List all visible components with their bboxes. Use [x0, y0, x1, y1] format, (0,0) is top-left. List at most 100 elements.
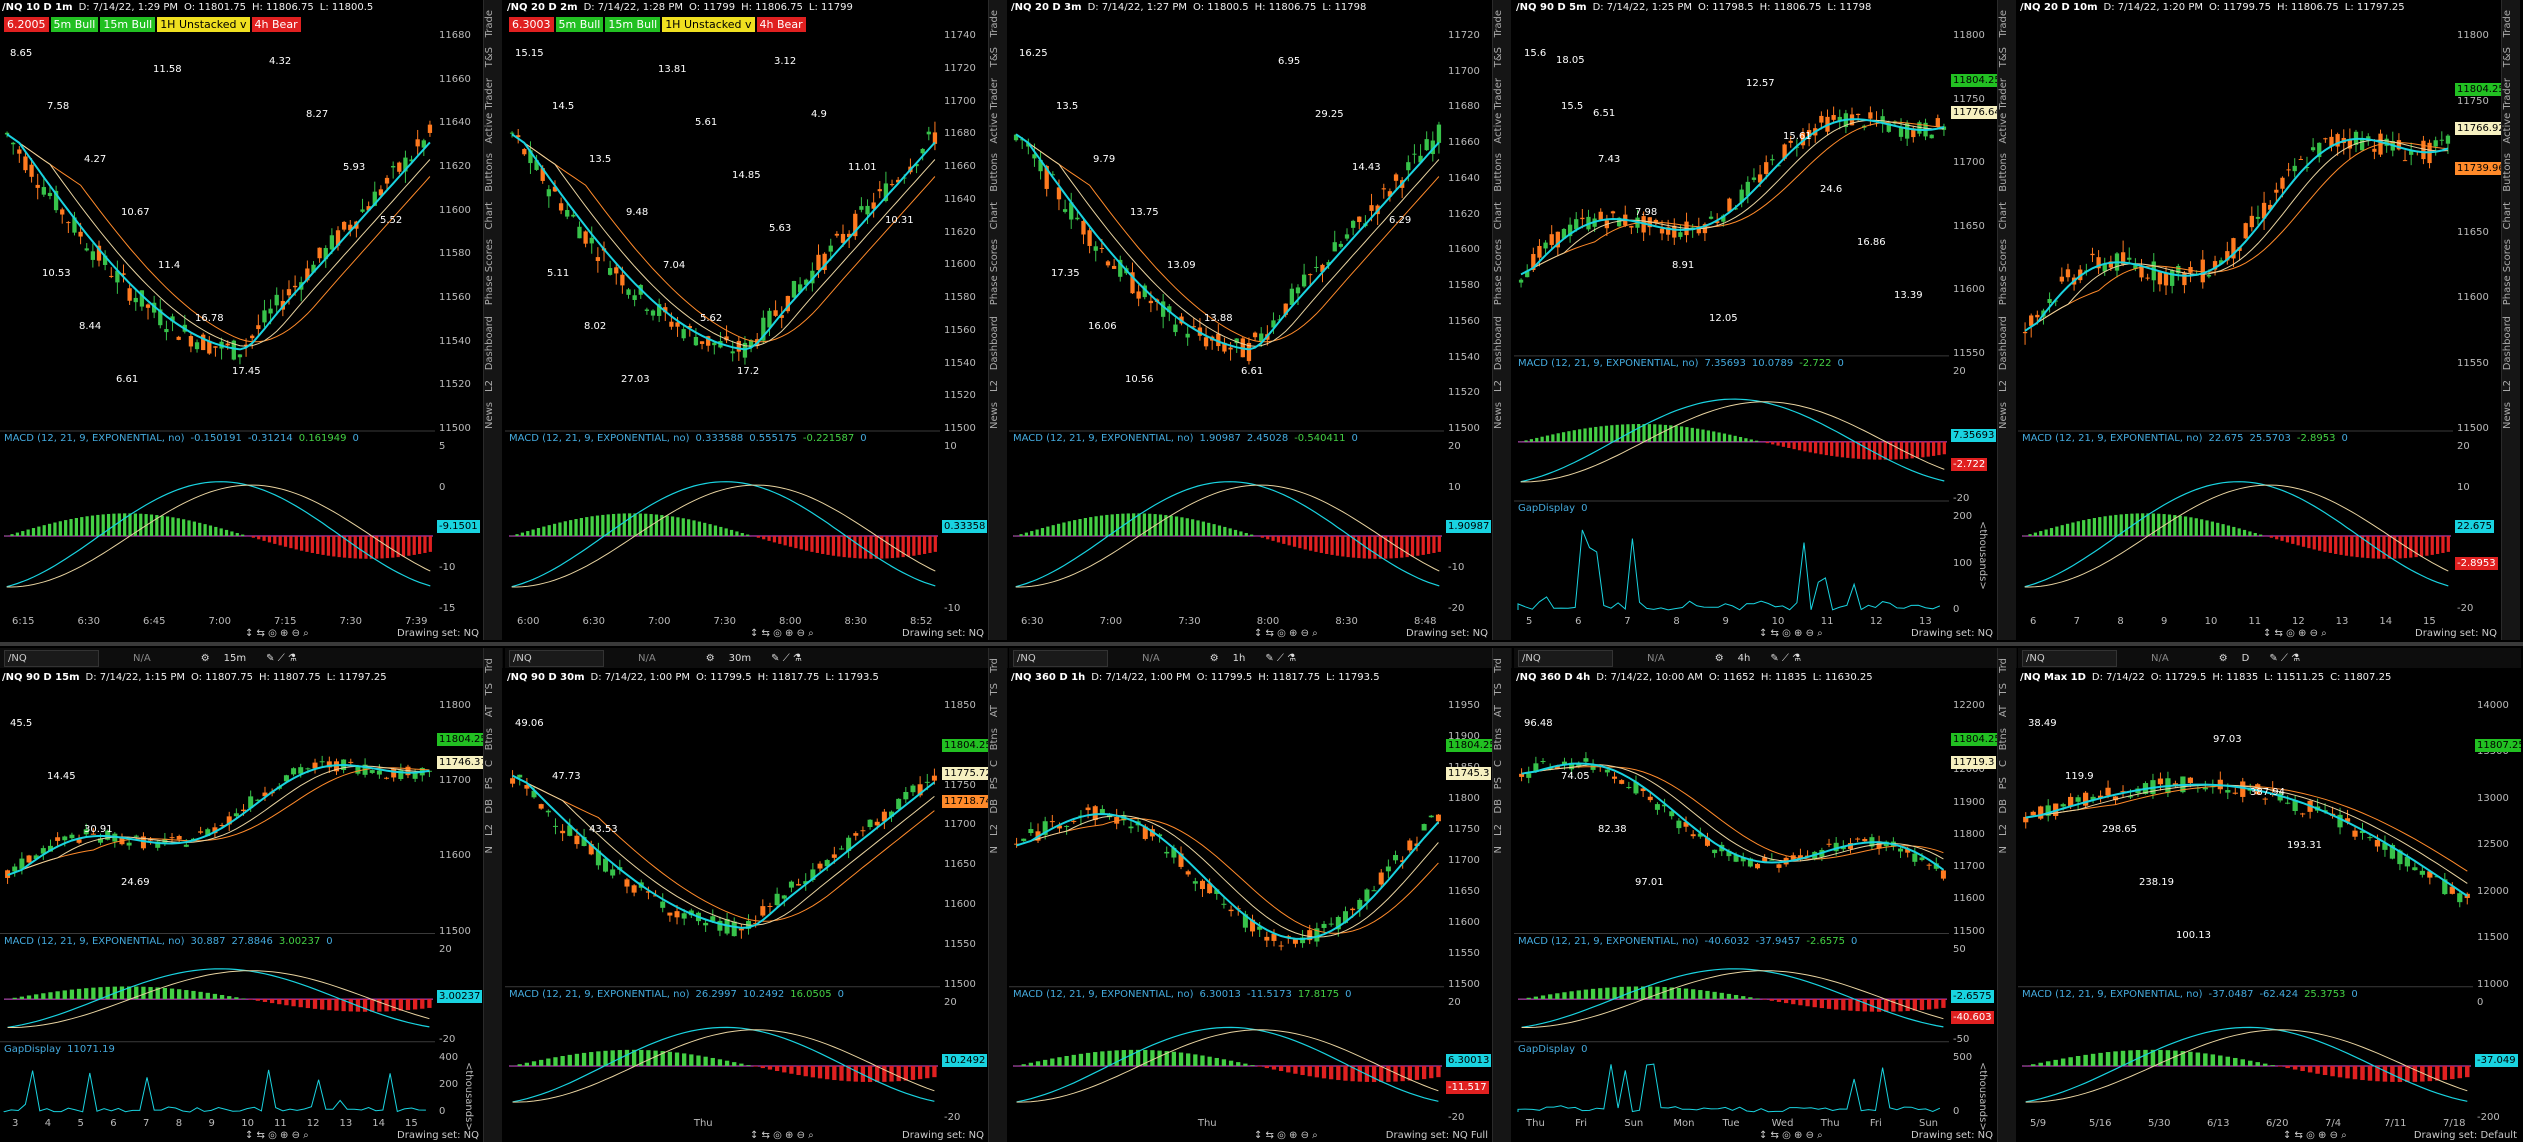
- side-tab[interactable]: N: [484, 846, 495, 853]
- chart-canvas[interactable]: [1009, 0, 1512, 640]
- side-tab[interactable]: Phase Scores: [1493, 239, 1504, 305]
- side-tab[interactable]: Dashboard: [484, 316, 495, 370]
- drawing-set-label[interactable]: Drawing set: NQ: [397, 628, 479, 639]
- bottom-chart-pane-2[interactable]: /NQ N/A ⚙ 1h ✎ ⟋ ⚗/NQ 360 D 1h D: 7/14/22, 1:…: [1009, 648, 1512, 1142]
- side-tab[interactable]: Active Trader: [1493, 78, 1504, 144]
- zoom-controls[interactable]: ↕ ⇆ ◎ ⊕ ⊖ ⌕: [245, 628, 309, 639]
- chart-canvas[interactable]: [2018, 648, 2521, 1142]
- symbol-input[interactable]: /NQ: [1518, 650, 1613, 667]
- side-tab[interactable]: C: [484, 760, 495, 767]
- drawing-tool-icon[interactable]: ✎ ⟋ ⚗: [1770, 653, 1801, 664]
- side-tab[interactable]: TS: [1998, 683, 2009, 695]
- drawing-set-label[interactable]: Drawing set: NQ: [1911, 1130, 1993, 1141]
- side-tab[interactable]: Trade: [2502, 10, 2513, 37]
- zoom-controls[interactable]: ↕ ⇆ ◎ ⊕ ⊖ ⌕: [1759, 628, 1823, 639]
- side-tab[interactable]: Phase Scores: [2502, 239, 2513, 305]
- side-tab[interactable]: Dashboard: [1998, 316, 2009, 370]
- side-tab[interactable]: PS: [1998, 777, 2009, 789]
- top-chart-pane-4[interactable]: /NQ 20 D 10m D: 7/14/22, 1:20 PM O: 11799.…: [2018, 0, 2521, 640]
- side-tab[interactable]: Trd: [1998, 658, 2009, 673]
- chart-canvas[interactable]: [0, 0, 503, 640]
- symbol-input[interactable]: /NQ: [2022, 650, 2117, 667]
- chart-canvas[interactable]: [0, 648, 503, 1142]
- side-tab[interactable]: Chart: [989, 202, 1000, 229]
- drawing-set-label[interactable]: Drawing set: Default: [2414, 1130, 2517, 1141]
- symbol-input[interactable]: /NQ: [4, 650, 99, 667]
- side-tab[interactable]: Phase Scores: [989, 239, 1000, 305]
- zoom-controls[interactable]: ↕ ⇆ ◎ ⊕ ⊖ ⌕: [750, 1130, 814, 1141]
- side-tab[interactable]: DB: [1493, 799, 1504, 814]
- side-tab[interactable]: News: [1998, 402, 2009, 429]
- zoom-controls[interactable]: ↕ ⇆ ◎ ⊕ ⊖ ⌕: [1254, 628, 1318, 639]
- gear-icon[interactable]: ⚙: [2219, 653, 2228, 664]
- side-tab[interactable]: News: [484, 402, 495, 429]
- symbol-input[interactable]: /NQ: [1013, 650, 1108, 667]
- side-tab[interactable]: Active Trader: [2502, 78, 2513, 144]
- aggregation-selector[interactable]: 1h: [1233, 653, 1246, 664]
- side-tab[interactable]: TS: [484, 683, 495, 695]
- gear-icon[interactable]: ⚙: [1715, 653, 1724, 664]
- side-tab[interactable]: Trd: [484, 658, 495, 673]
- side-tab[interactable]: L2: [1493, 380, 1504, 392]
- zoom-controls[interactable]: ↕ ⇆ ◎ ⊕ ⊖ ⌕: [750, 628, 814, 639]
- zoom-controls[interactable]: ↕ ⇆ ◎ ⊕ ⊖ ⌕: [1759, 1130, 1823, 1141]
- chart-canvas[interactable]: [1009, 648, 1512, 1142]
- side-tab[interactable]: AT: [484, 705, 495, 717]
- side-tab[interactable]: L2: [484, 380, 495, 392]
- side-tab[interactable]: AT: [1493, 705, 1504, 717]
- side-tab[interactable]: Chart: [2502, 202, 2513, 229]
- zoom-controls[interactable]: ↕ ⇆ ◎ ⊕ ⊖ ⌕: [2283, 1130, 2347, 1141]
- side-tab[interactable]: Btns: [1493, 728, 1504, 750]
- side-tab[interactable]: Active Trader: [989, 78, 1000, 144]
- side-tab[interactable]: Phase Scores: [1998, 239, 2009, 305]
- side-tab[interactable]: Trd: [1493, 658, 1504, 673]
- side-tab[interactable]: Chart: [484, 202, 495, 229]
- side-tab[interactable]: T&S: [484, 47, 495, 67]
- side-tab[interactable]: T&S: [2502, 47, 2513, 67]
- side-tab[interactable]: Btns: [989, 728, 1000, 750]
- side-tab[interactable]: Buttons: [1998, 153, 2009, 192]
- side-tab[interactable]: DB: [484, 799, 495, 814]
- side-tab[interactable]: Buttons: [484, 153, 495, 192]
- side-tab[interactable]: PS: [989, 777, 1000, 789]
- side-tab[interactable]: Btns: [1998, 728, 2009, 750]
- side-tab[interactable]: PS: [1493, 777, 1504, 789]
- side-tab[interactable]: N: [1998, 846, 2009, 853]
- side-tab[interactable]: Buttons: [1493, 153, 1504, 192]
- side-tab[interactable]: C: [1493, 760, 1504, 767]
- side-tab[interactable]: News: [1493, 402, 1504, 429]
- chart-canvas[interactable]: [505, 0, 1008, 640]
- side-tab[interactable]: Chart: [1493, 202, 1504, 229]
- side-tab[interactable]: L2: [2502, 380, 2513, 392]
- side-tab[interactable]: Chart: [1998, 202, 2009, 229]
- chart-canvas[interactable]: [1514, 0, 2017, 640]
- zoom-controls[interactable]: ↕ ⇆ ◎ ⊕ ⊖ ⌕: [1254, 1130, 1318, 1141]
- side-tab[interactable]: L2: [1998, 824, 2009, 836]
- chart-canvas[interactable]: [2018, 0, 2521, 640]
- aggregation-selector[interactable]: 15m: [224, 653, 246, 664]
- side-tab[interactable]: Trade: [1493, 10, 1504, 37]
- chart-canvas[interactable]: [1514, 648, 2017, 1142]
- drawing-set-label[interactable]: Drawing set: NQ: [1406, 628, 1488, 639]
- side-tab[interactable]: T&S: [1493, 47, 1504, 67]
- side-tab[interactable]: PS: [484, 777, 495, 789]
- bottom-chart-pane-4[interactable]: /NQ N/A ⚙ D ✎ ⟋ ⚗/NQ Max 1D D: 7/14/22 O: 1172…: [2018, 648, 2521, 1142]
- drawing-tool-icon[interactable]: ✎ ⟋ ⚗: [1265, 653, 1296, 664]
- side-tab[interactable]: TS: [1493, 683, 1504, 695]
- chart-canvas[interactable]: [505, 648, 1008, 1142]
- grid-divider[interactable]: [0, 642, 2523, 646]
- aggregation-selector[interactable]: D: [2242, 653, 2250, 664]
- side-tab[interactable]: Active Trader: [1998, 78, 2009, 144]
- side-tab[interactable]: Active Trader: [484, 78, 495, 144]
- side-tab[interactable]: TS: [989, 683, 1000, 695]
- side-tab[interactable]: DB: [1998, 799, 2009, 814]
- drawing-set-label[interactable]: Drawing set: NQ: [902, 628, 984, 639]
- side-tab[interactable]: C: [1998, 760, 2009, 767]
- side-tab[interactable]: Trade: [989, 10, 1000, 37]
- side-tab[interactable]: DB: [989, 799, 1000, 814]
- drawing-set-label[interactable]: Drawing set: NQ: [2415, 628, 2497, 639]
- side-tab[interactable]: News: [2502, 402, 2513, 429]
- gear-icon[interactable]: ⚙: [706, 653, 715, 664]
- drawing-tool-icon[interactable]: ✎ ⟋ ⚗: [266, 653, 297, 664]
- bottom-chart-pane-0[interactable]: /NQ N/A ⚙ 15m ✎ ⟋ ⚗/NQ 90 D 15m D: 7/14/22, 1…: [0, 648, 503, 1142]
